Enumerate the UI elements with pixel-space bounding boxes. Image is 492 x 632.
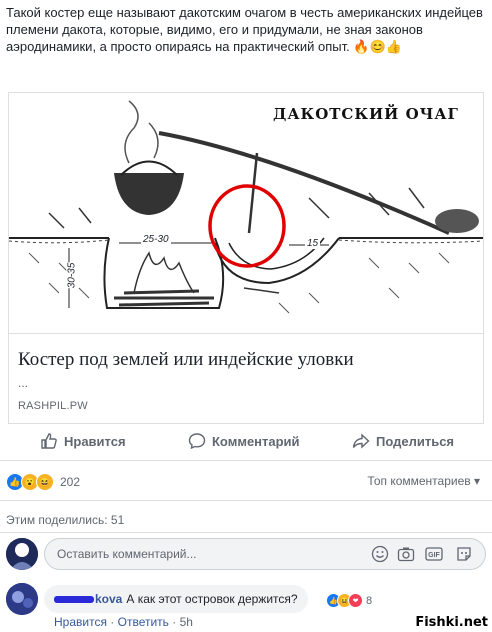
link-title[interactable]: Костер под землей или индейские уловки <box>18 349 354 371</box>
measure-side-label: 30-35 <box>66 262 78 289</box>
gif-icon[interactable]: GIF <box>425 545 443 563</box>
comment-reactions[interactable]: 👍 😆 ❤ 8 <box>326 593 372 608</box>
svg-text:GIF: GIF <box>428 552 440 559</box>
comment-input[interactable]: Оставить комментарий... GIF <box>44 538 486 570</box>
share-label: Поделиться <box>376 433 455 449</box>
comment-icon <box>188 433 206 450</box>
divider <box>0 532 492 533</box>
current-user-avatar[interactable] <box>6 538 38 570</box>
camera-icon[interactable] <box>397 545 415 563</box>
illustration-svg <box>9 100 483 314</box>
shares-count[interactable]: Этим поделились: 51 <box>6 513 124 527</box>
comment-reaction-count: 8 <box>366 594 373 607</box>
commenter-avatar[interactable] <box>6 583 38 615</box>
link-source: RASHPIL.PW <box>18 400 88 412</box>
measure-tunnel-label: 15 <box>305 238 321 249</box>
highlight-circle <box>208 184 286 268</box>
comment-time: 5h <box>179 615 193 629</box>
share-arrow-icon <box>352 433 370 449</box>
comment-text: А как этот островок держится? <box>126 592 298 606</box>
reaction-count: 202 <box>60 475 81 489</box>
comment-like-link[interactable]: Нравится <box>54 615 107 629</box>
comment-sort-dropdown[interactable]: Топ комментариев ▾ <box>367 474 480 488</box>
share-button[interactable]: Поделиться <box>352 432 454 450</box>
love-reaction-icon: ❤ <box>348 593 363 608</box>
emoji-icon[interactable] <box>371 545 389 563</box>
comment-meta: Нравится · Ответить · 5h <box>54 615 193 629</box>
link-preview-card[interactable]: ДАКОТСКИЙ ОЧАГ 25-30 30-35 15 Костер под… <box>8 92 484 424</box>
comment-input-placeholder: Оставить комментарий... <box>57 547 197 561</box>
comment-bubble: kova А как этот островок держится? <box>44 585 308 613</box>
sticker-icon[interactable] <box>455 545 473 563</box>
illustration-heading: ДАКОТСКИЙ ОЧАГ <box>273 105 459 123</box>
comment-reply-link[interactable]: Ответить <box>118 615 169 629</box>
link-description: ... <box>18 376 29 390</box>
redacted-name-marker <box>54 595 94 603</box>
post-text: Такой костер еще называют дакотским очаг… <box>6 5 483 54</box>
like-label: Нравится <box>64 433 126 449</box>
comment-label: Комментарий <box>212 433 300 449</box>
thumbs-up-icon <box>41 433 57 449</box>
meta-dot: · <box>168 615 180 629</box>
meta-dot: · <box>106 615 118 629</box>
haha-reaction-icon: 😆 <box>36 473 54 491</box>
dakota-fire-pit-illustration: ДАКОТСКИЙ ОЧАГ 25-30 30-35 15 <box>9 93 483 334</box>
post-actions-bar: Нравится Комментарий Поделиться <box>0 424 492 461</box>
comment-author[interactable]: kova <box>95 592 122 606</box>
measure-top-label: 25-30 <box>141 234 171 245</box>
divider <box>0 500 492 501</box>
watermark: Fishki.net <box>415 615 488 630</box>
commenter-avatar-image <box>6 583 38 615</box>
like-button[interactable]: Нравится <box>40 432 126 450</box>
reaction-summary[interactable]: 👍 😮 😆 202 <box>6 473 80 491</box>
avatar-image <box>6 538 38 570</box>
comment-button[interactable]: Комментарий <box>188 432 300 450</box>
